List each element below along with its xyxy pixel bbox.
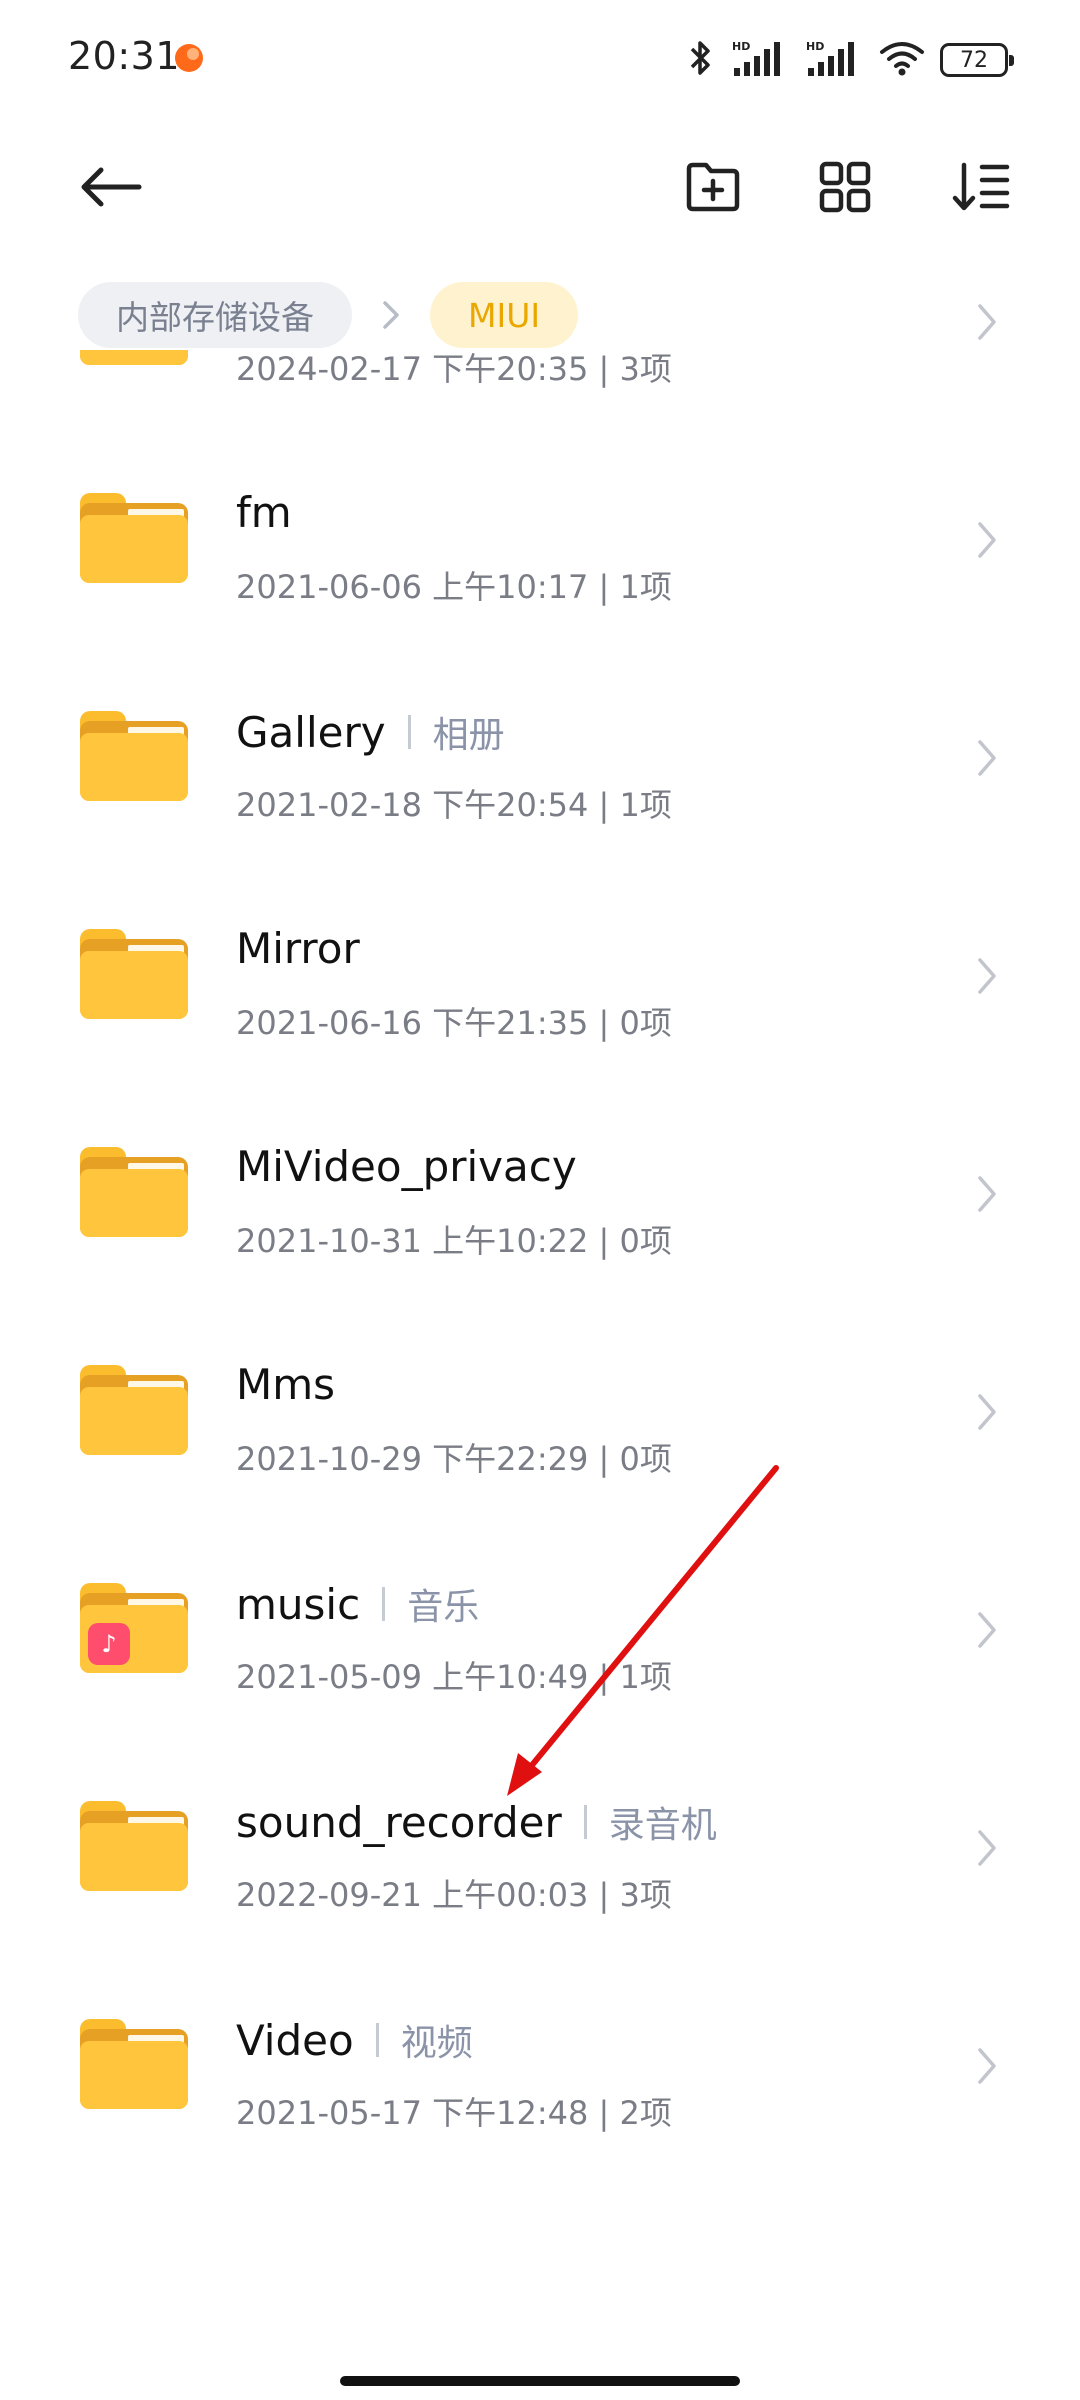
grid-view-button[interactable]	[800, 142, 890, 232]
chevron-right-icon	[972, 1608, 1002, 1652]
folder-alias: 录音机	[608, 1805, 717, 1846]
folder-meta: 2021-10-29 下午22:29 | 0项	[236, 1440, 672, 1478]
folder-alias: 相册	[432, 715, 505, 756]
folder-meta: 2021-02-18 下午20:54 | 1项	[236, 786, 672, 824]
folder-icon	[80, 493, 188, 583]
notification-icon	[175, 44, 203, 72]
sort-button[interactable]	[936, 142, 1026, 232]
file-list: 2024-02-17 下午20:35 | 3项 fm 2021-06-06 上午10…	[0, 280, 1080, 2260]
breadcrumb-chevron-icon	[376, 295, 406, 335]
folder-name: Video	[236, 2015, 354, 2065]
toolbar	[0, 120, 1080, 260]
folder-meta: 2021-06-16 下午21:35 | 0项	[236, 1004, 672, 1042]
folder-name: Mirror	[236, 924, 360, 973]
alias-divider	[375, 2023, 379, 2057]
folder-meta: 2021-05-17 下午12:48 | 2项	[236, 2094, 672, 2132]
back-arrow-icon	[81, 167, 142, 207]
folder-row[interactable]: ♪ music 音乐 2021-05-09 上午10:49 | 1项	[0, 1518, 1080, 1736]
sort-icon	[952, 162, 1010, 211]
status-time: 20:31	[68, 34, 181, 78]
folder-title-line: MiVideo_privacy	[236, 1142, 577, 1191]
folder-title-line: fm	[236, 488, 292, 537]
folder-alias: 视频	[400, 2023, 473, 2064]
wifi-icon	[878, 38, 926, 82]
folder-name: sound_recorder	[236, 1797, 562, 1847]
signal-icon: HD	[730, 38, 790, 82]
folder-icon	[80, 1147, 188, 1237]
folder-icon: ♪	[80, 1583, 188, 1673]
folder-name: MiVideo_privacy	[236, 1142, 577, 1191]
chevron-right-icon	[972, 1390, 1002, 1434]
folder-meta: 2021-10-31 上午10:22 | 0项	[236, 1222, 672, 1260]
home-indicator[interactable]	[340, 2376, 740, 2386]
bluetooth-icon	[686, 38, 716, 82]
svg-text:HD: HD	[732, 40, 750, 53]
folder-title-line: Mirror	[236, 924, 360, 973]
folder-icon	[80, 2019, 188, 2109]
file-list-content: 2024-02-17 下午20:35 | 3项 fm 2021-06-06 上午10…	[0, 280, 1080, 2172]
breadcrumb-current[interactable]: MIUI	[430, 282, 579, 348]
svg-text:HD: HD	[806, 40, 824, 53]
folder-name: Gallery	[236, 707, 386, 757]
status-icons: HD HD 72	[686, 38, 1014, 82]
folder-row[interactable]: Mirror 2021-06-16 下午21:35 | 0项	[0, 864, 1080, 1082]
music-note-icon: ♪	[88, 1623, 130, 1665]
folder-icon	[80, 1801, 188, 1891]
folder-row[interactable]: sound_recorder 录音机 2022-09-21 上午00:03 | 3项	[0, 1736, 1080, 1954]
signal-icon-2: HD	[804, 38, 864, 82]
folder-meta: 2021-05-09 上午10:49 | 1项	[236, 1658, 672, 1696]
new-folder-icon	[686, 162, 740, 212]
folder-name: fm	[236, 488, 292, 537]
battery-icon: 72	[940, 43, 1014, 77]
chevron-right-icon	[972, 954, 1002, 998]
folder-meta: 2024-02-17 下午20:35 | 3项	[236, 350, 672, 388]
folder-row[interactable]: Mms 2021-10-29 下午22:29 | 0项	[0, 1300, 1080, 1518]
folder-row[interactable]: MiVideo_privacy 2021-10-31 上午10:22 | 0项	[0, 1082, 1080, 1300]
folder-name: Mms	[236, 1360, 336, 1409]
breadcrumb: 内部存储设备 MIUI	[78, 280, 599, 350]
chevron-right-icon	[972, 736, 1002, 780]
chevron-right-icon	[972, 518, 1002, 562]
folder-name: music	[236, 1579, 361, 1629]
chevron-right-icon	[972, 1172, 1002, 1216]
folder-title-line: Video 视频	[236, 2014, 473, 2066]
folder-row[interactable]: Video 视频 2021-05-17 下午12:48 | 2项	[0, 1954, 1080, 2172]
grid-icon	[819, 161, 871, 213]
folder-icon	[80, 1365, 188, 1455]
folder-meta: 2022-09-21 上午00:03 | 3项	[236, 1876, 672, 1914]
new-folder-button[interactable]	[668, 142, 758, 232]
folder-title-line: Gallery 相册	[236, 706, 505, 758]
alias-divider	[382, 1587, 386, 1621]
breadcrumb-root[interactable]: 内部存储设备	[78, 282, 352, 348]
folder-title-line: sound_recorder 录音机	[236, 1796, 717, 1848]
status-bar: 20:31 HD HD 72	[0, 0, 1080, 120]
folder-icon	[80, 929, 188, 1019]
chevron-right-icon	[972, 2044, 1002, 2088]
screen: 20:31 HD HD 72 2024-02-17 下午20:35 | 3项 f…	[0, 0, 1080, 2400]
chevron-right-icon	[972, 300, 1002, 344]
folder-alias: 音乐	[407, 1587, 480, 1628]
folder-title-line: Mms	[236, 1360, 335, 1409]
folder-title-line: music 音乐	[236, 1578, 479, 1630]
alias-divider	[407, 715, 411, 749]
folder-row[interactable]: Gallery 相册 2021-02-18 下午20:54 | 1项	[0, 646, 1080, 864]
folder-row[interactable]: fm 2021-06-06 上午10:17 | 1项	[0, 428, 1080, 646]
folder-icon	[80, 711, 188, 801]
back-button[interactable]	[66, 142, 156, 232]
alias-divider	[583, 1805, 587, 1839]
chevron-right-icon	[972, 1826, 1002, 1870]
folder-meta: 2021-06-06 上午10:17 | 1项	[236, 568, 672, 606]
